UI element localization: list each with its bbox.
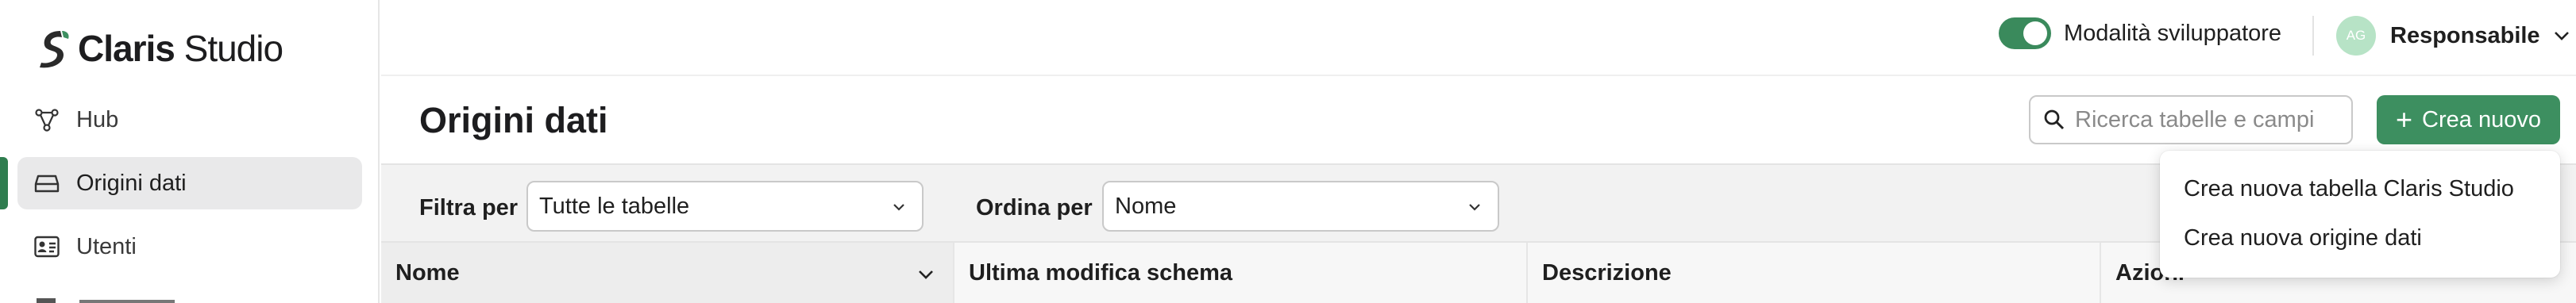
- sidebar-item-origini-dati[interactable]: Origini dati: [0, 157, 362, 209]
- menu-item-new-table[interactable]: Crea nuova tabella Claris Studio: [2184, 176, 2514, 202]
- create-new-menu: Crea nuova tabella Claris Studio Crea nu…: [2160, 151, 2560, 278]
- column-header-nome[interactable]: Nome: [381, 243, 954, 303]
- users-card-icon: [33, 233, 60, 260]
- sidebar-nav: Hub Origini dati Utenti: [0, 94, 380, 284]
- developer-mode-label: Modalità sviluppatore: [2064, 20, 2282, 46]
- sort-select-value: Nome: [1115, 193, 1177, 219]
- brand-bold: Claris: [78, 28, 175, 69]
- sidebar-item-label: Hub: [76, 106, 119, 132]
- avatar: AG: [2336, 16, 2376, 56]
- menu-item-new-data-source[interactable]: Crea nuova origine dati: [2184, 225, 2422, 251]
- filter-label: Filtra per: [419, 195, 519, 221]
- toggle-switch[interactable]: [1999, 17, 2051, 49]
- page-title: Origini dati: [419, 100, 608, 140]
- hub-icon: [33, 106, 60, 133]
- database-icon: [33, 170, 60, 197]
- active-indicator: [0, 157, 8, 209]
- claris-logo-icon: [40, 31, 69, 68]
- user-role: Responsabile: [2390, 22, 2540, 48]
- chevron-down-icon: [2554, 32, 2569, 40]
- sidebar-more-partial: [37, 298, 175, 303]
- brand-name: Claris Studio: [78, 27, 283, 70]
- brand-light: Studio: [183, 28, 283, 69]
- column-header-ultima-modifica[interactable]: Ultima modifica schema: [954, 243, 1528, 303]
- sort-select[interactable]: Nome: [1102, 181, 1499, 232]
- search-icon: [2044, 109, 2065, 130]
- chevron-down-icon: [893, 204, 904, 211]
- create-new-button[interactable]: + Crea nuovo: [2377, 95, 2560, 144]
- developer-mode-toggle[interactable]: Modalità sviluppatore: [1999, 17, 2281, 49]
- sidebar-item-label: Origini dati: [76, 170, 187, 196]
- column-header-descrizione[interactable]: Descrizione: [1528, 243, 2101, 303]
- claris-studio-logo[interactable]: Claris Studio: [37, 27, 283, 70]
- sidebar-item-utenti[interactable]: Utenti: [17, 221, 362, 273]
- column-header-label: Ultima modifica schema: [969, 259, 1232, 286]
- topbar-divider: [2312, 16, 2314, 56]
- user-menu[interactable]: AG Responsabile: [2336, 16, 2572, 56]
- sort-label: Ordina per: [976, 195, 1093, 221]
- sidebar: Claris Studio Hub Origini dati Utenti: [0, 0, 380, 303]
- filter-select[interactable]: Tutte le tabelle: [526, 181, 924, 232]
- sidebar-item-hub[interactable]: Hub: [17, 94, 362, 146]
- filter-select-value: Tutte le tabelle: [539, 193, 690, 219]
- chevron-down-icon[interactable]: [915, 263, 937, 286]
- search-box[interactable]: [2029, 95, 2353, 144]
- column-header-label: Descrizione: [1542, 259, 1672, 286]
- column-header-label: Nome: [395, 259, 460, 286]
- sidebar-item-label: Utenti: [76, 233, 137, 259]
- plus-icon: +: [2396, 103, 2413, 136]
- search-input[interactable]: [2075, 106, 2337, 133]
- create-new-label: Crea nuovo: [2422, 106, 2541, 132]
- chevron-down-icon: [1469, 204, 1480, 211]
